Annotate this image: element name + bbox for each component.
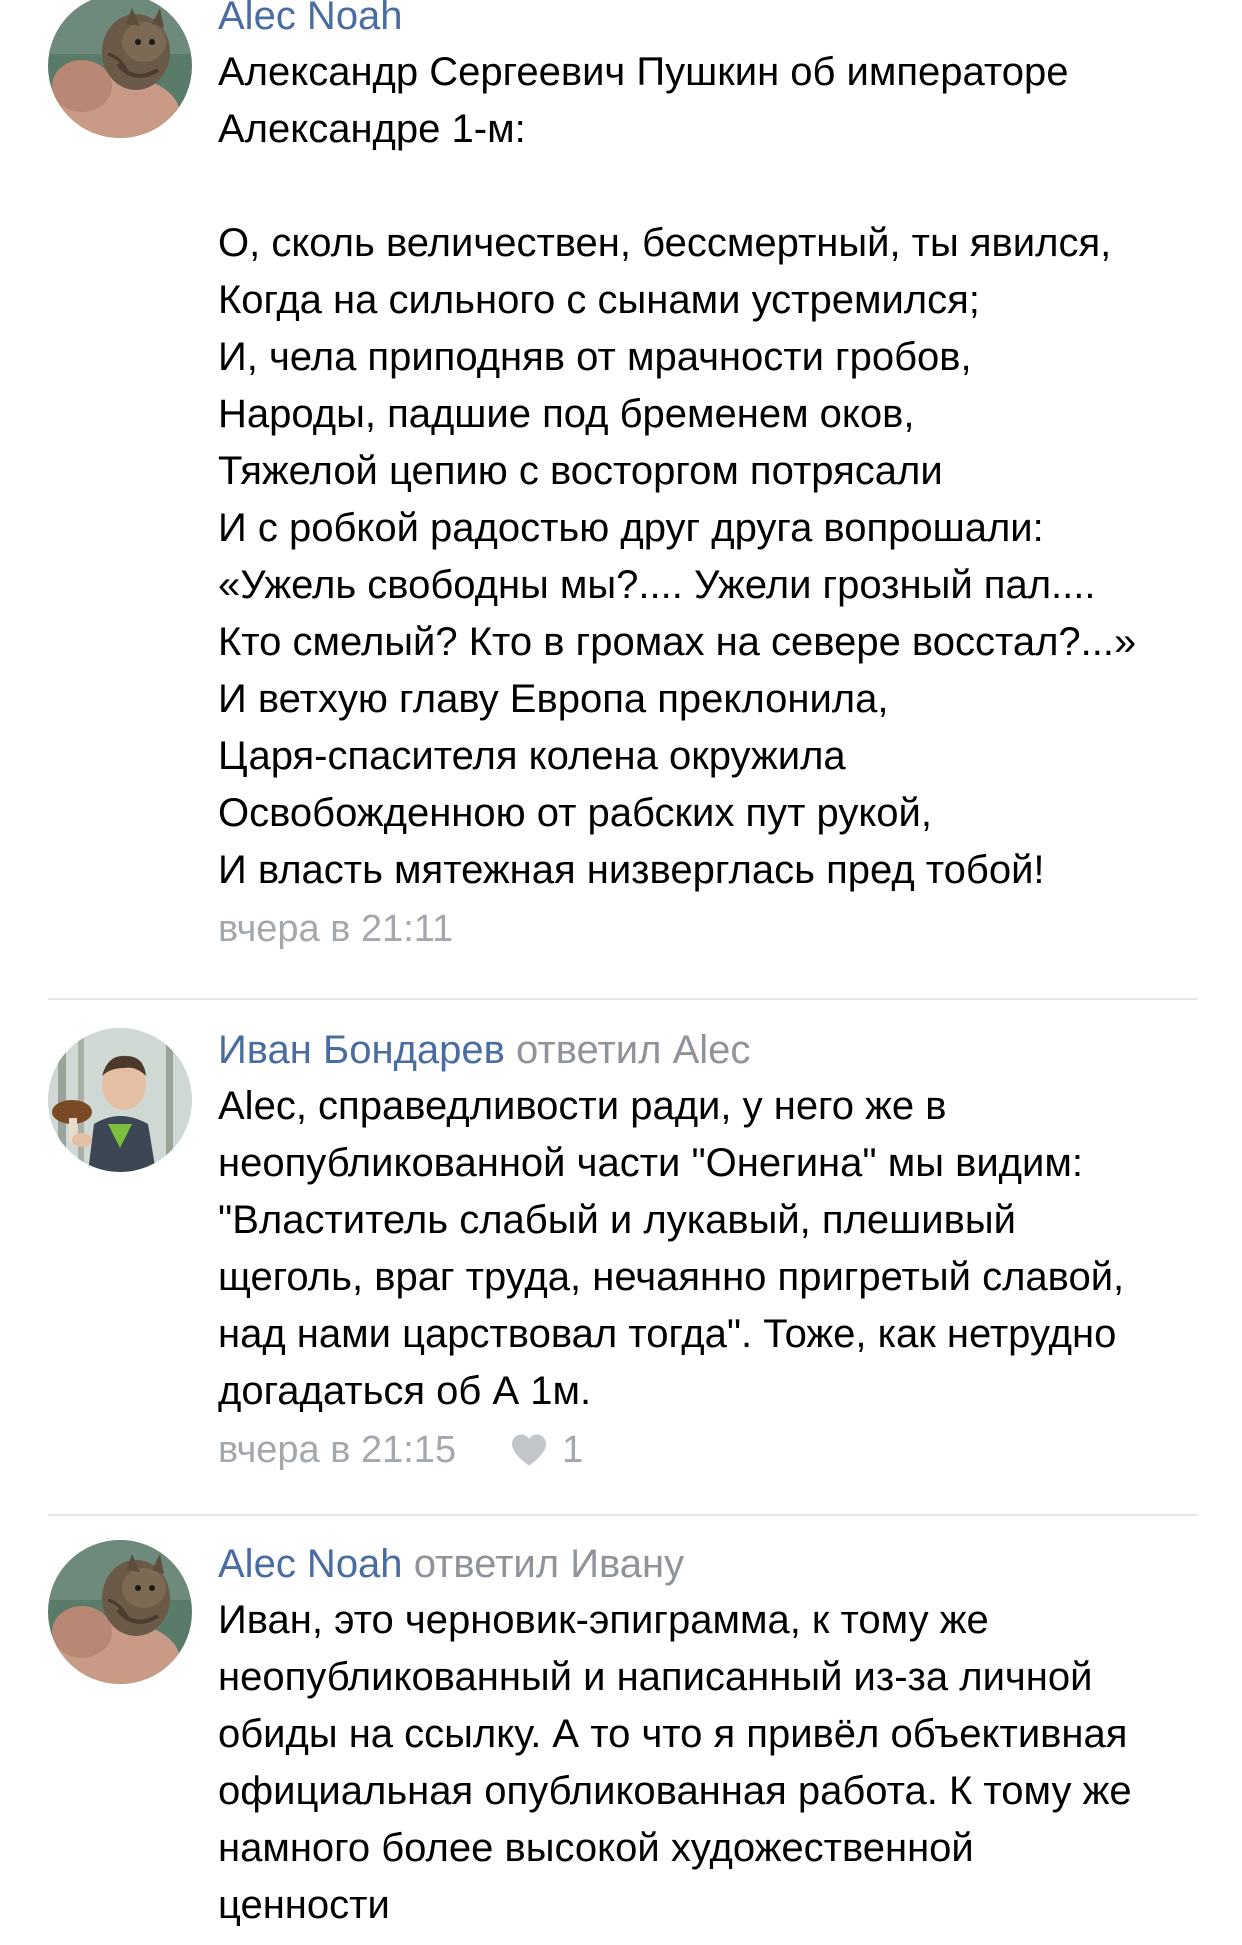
comment-text: Alec, справедливости ради, у него же в н…	[218, 1084, 1125, 1413]
comment-header: Иван Бондарев ответил Alec	[218, 1026, 1198, 1074]
man-with-mushroom-avatar-icon	[48, 1028, 192, 1172]
avatar[interactable]	[48, 1540, 192, 1684]
avatar[interactable]	[48, 1028, 192, 1172]
reply-to-label[interactable]: ответил Ивану	[414, 1542, 684, 1586]
divider	[48, 1514, 1198, 1516]
comment-header: Alec Noah	[218, 0, 1198, 40]
comment-content: Alec Noah Александр Сергеевич Пушкин об …	[218, 0, 1198, 953]
heart-icon	[512, 1434, 547, 1466]
comment-timestamp[interactable]: вчера в 21:11	[218, 905, 453, 953]
comment-meta: вчера в 21:15 1	[218, 1426, 1198, 1474]
author-name[interactable]: Иван Бондарев	[218, 1028, 505, 1072]
cat-avatar-icon	[48, 1540, 192, 1684]
comment-content: Иван Бондарев ответил Alec Alec, справед…	[218, 1026, 1198, 1474]
comment-timestamp[interactable]: вчера в 21:15	[218, 1426, 456, 1474]
author-name[interactable]: Alec Noah	[218, 1542, 403, 1586]
like-button[interactable]: 1	[510, 1426, 583, 1474]
author-name[interactable]: Alec Noah	[218, 0, 403, 38]
like-count: 1	[562, 1429, 584, 1471]
comment-text: Иван, это черновик-эпиграмма, к тому же …	[218, 1598, 1132, 1927]
avatar[interactable]	[48, 0, 192, 138]
cat-avatar-icon	[48, 0, 192, 138]
divider	[48, 998, 1198, 1000]
comment-text: Александр Сергеевич Пушкин об императоре…	[218, 50, 1137, 892]
comment-content: Alec Noah ответил Ивану Иван, это чернов…	[218, 1540, 1198, 1934]
reply-to-label[interactable]: ответил Alec	[516, 1028, 750, 1072]
comment-header: Alec Noah ответил Ивану	[218, 1540, 1198, 1588]
comment-meta: вчера в 21:11	[218, 905, 1198, 953]
